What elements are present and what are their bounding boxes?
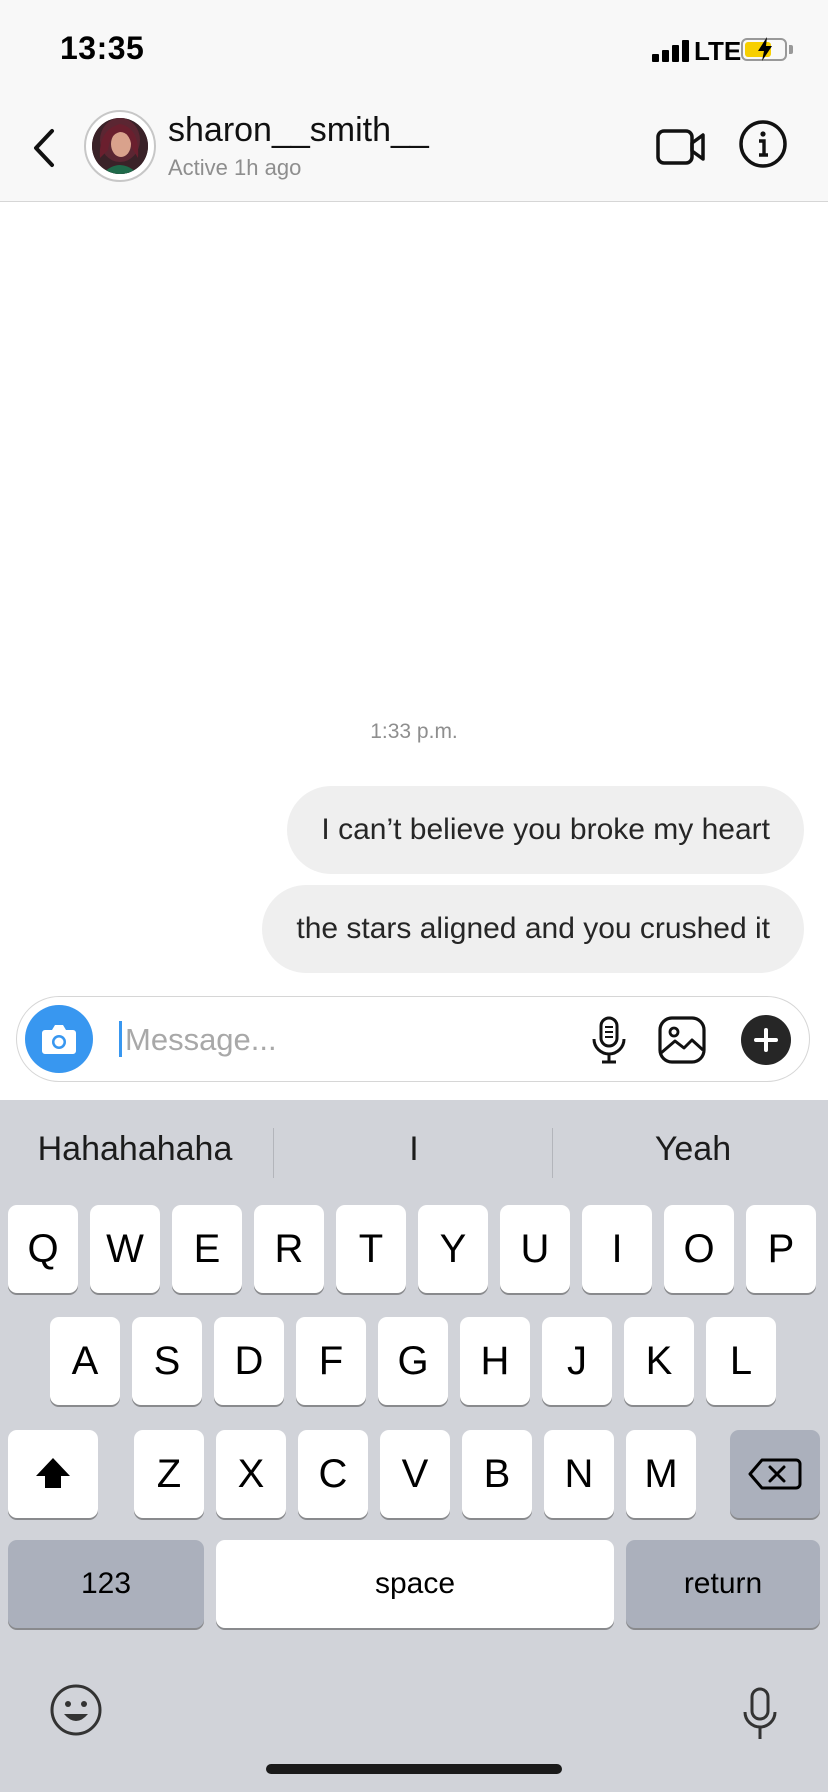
key-d[interactable]: D [214,1317,284,1405]
return-key[interactable]: return [626,1540,820,1628]
key-p[interactable]: P [746,1205,816,1293]
key-q[interactable]: Q [8,1205,78,1293]
key-f[interactable]: F [296,1317,366,1405]
signal-icon [652,38,692,62]
key-y[interactable]: Y [418,1205,488,1293]
key-u[interactable]: U [500,1205,570,1293]
plus-button[interactable] [741,1015,791,1065]
key-a[interactable]: A [50,1317,120,1405]
avatar[interactable] [84,110,156,182]
key-g[interactable]: G [378,1317,448,1405]
shift-icon [36,1458,70,1488]
chat-header: sharon__smith__ Active 1h ago [0,95,828,202]
dictation-icon[interactable] [742,1686,778,1742]
text-cursor [119,1021,122,1057]
gallery-icon[interactable] [657,1015,707,1065]
key-z[interactable]: Z [134,1430,204,1518]
emoji-icon[interactable] [48,1682,104,1738]
message-timestamp: 1:33 p.m. [370,720,458,743]
prediction-3[interactable]: Yeah [558,1130,828,1169]
space-key[interactable]: space [216,1540,614,1628]
key-i[interactable]: I [582,1205,652,1293]
activity-status: Active 1h ago [168,155,302,180]
key-w[interactable]: W [90,1205,160,1293]
prediction-2[interactable]: I [279,1130,549,1169]
shift-key[interactable] [8,1430,98,1518]
key-l[interactable]: L [706,1317,776,1405]
charging-bolt-icon [758,37,772,61]
chat-username[interactable]: sharon__smith__ [168,111,429,150]
camera-icon [42,1025,76,1054]
key-s[interactable]: S [132,1317,202,1405]
numbers-key[interactable]: 123 [8,1540,204,1628]
key-o[interactable]: O [664,1205,734,1293]
status-time: 13:35 [60,30,145,66]
backspace-icon [748,1458,802,1490]
video-call-icon[interactable] [656,123,706,171]
microphone-icon[interactable] [587,1015,631,1065]
key-k[interactable]: K [624,1317,694,1405]
message-bubble[interactable]: I can’t believe you broke my heart [287,786,804,874]
backspace-key[interactable] [730,1430,820,1518]
message-composer [16,996,810,1082]
key-x[interactable]: X [216,1430,286,1518]
status-bar: 13:35 LTE [0,0,828,95]
message-bubble[interactable]: the stars aligned and you crushed it [262,885,804,973]
key-j[interactable]: J [542,1317,612,1405]
key-h[interactable]: H [460,1317,530,1405]
predictive-bar: Hahahahaha I Yeah [0,1100,828,1200]
key-e[interactable]: E [172,1205,242,1293]
prediction-1[interactable]: Hahahahaha [0,1130,270,1169]
keyboard: Hahahahaha I Yeah QWERTYUIOPASDFGHJKLZXC… [0,1100,828,1792]
avatar-image [92,118,148,174]
key-c[interactable]: C [298,1430,368,1518]
network-type: LTE [694,36,742,66]
key-r[interactable]: R [254,1205,324,1293]
key-b[interactable]: B [462,1430,532,1518]
key-m[interactable]: M [626,1430,696,1518]
key-t[interactable]: T [336,1205,406,1293]
home-indicator[interactable] [266,1764,562,1774]
back-chevron-icon[interactable] [28,123,60,173]
camera-button[interactable] [25,1005,93,1073]
info-icon[interactable] [738,119,788,169]
key-n[interactable]: N [544,1430,614,1518]
plus-icon [754,1028,778,1052]
message-input[interactable] [123,1011,507,1069]
key-v[interactable]: V [380,1430,450,1518]
